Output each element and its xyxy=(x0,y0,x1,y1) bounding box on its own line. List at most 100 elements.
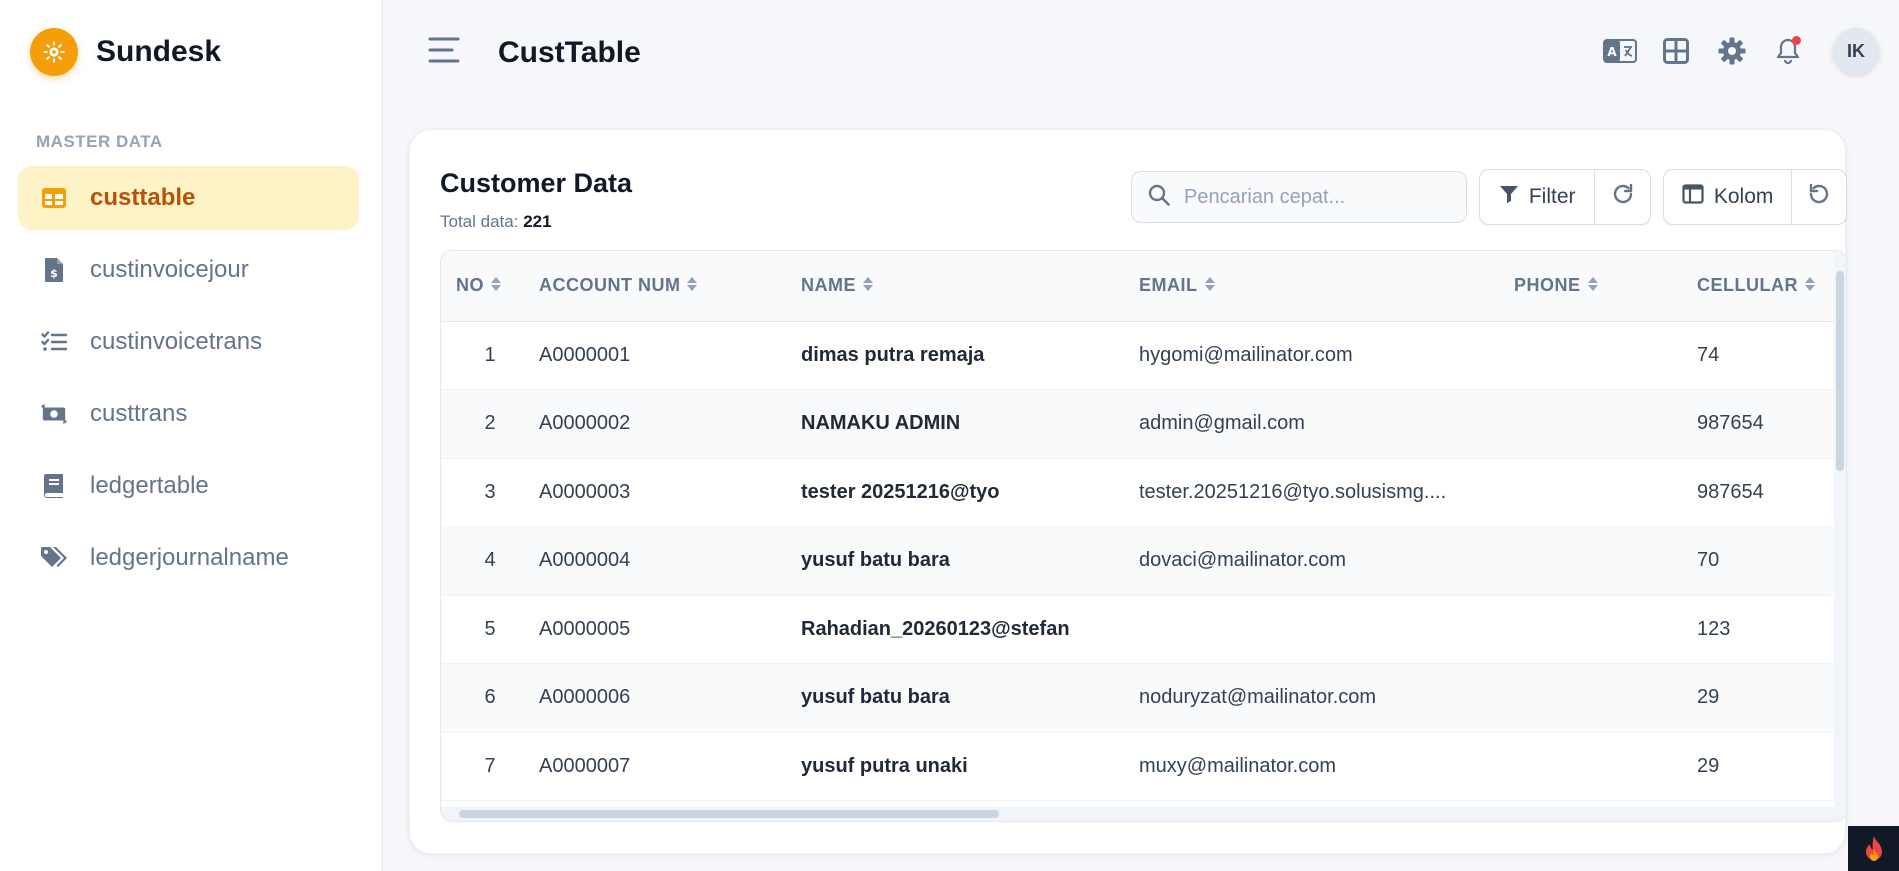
horizontal-scrollbar-thumb[interactable] xyxy=(459,810,999,818)
avatar[interactable]: IK xyxy=(1833,28,1879,74)
columns-icon xyxy=(1682,184,1704,210)
customer-table: NO ACCOUNT NUM NAME EMAIL PHONE CELLULAR… xyxy=(441,251,1841,801)
table-row[interactable]: 2 A0000002 NAMAKU ADMIN admin@gmail.com … xyxy=(441,389,1841,458)
hamburger-menu-icon[interactable] xyxy=(428,36,460,66)
cell-account-num: A0000005 xyxy=(539,617,631,640)
table-row[interactable]: 7 A0000007 yusuf putra unaki muxy@mailin… xyxy=(441,732,1841,801)
sidebar-item-custinvoicejour[interactable]: $ custinvoicejour xyxy=(18,238,359,302)
filter-button[interactable]: Filter xyxy=(1480,170,1594,224)
cell-no: 2 xyxy=(484,412,496,435)
sidebar-item-ledgertable[interactable]: ledgertable xyxy=(18,454,359,518)
section-label-master-data: MASTER DATA xyxy=(36,132,163,151)
sidebar-item-custtrans[interactable]: custtrans xyxy=(18,382,359,446)
cell-email: noduryzat@mailinator.com xyxy=(1139,686,1377,709)
table-row[interactable]: 1 A0000001 dimas putra remaja hygomi@mai… xyxy=(441,321,1841,390)
svg-text:A: A xyxy=(1607,45,1617,59)
cell-email: admin@gmail.com xyxy=(1139,412,1305,435)
cell-phone xyxy=(1514,458,1697,527)
total-data-label: Total data: xyxy=(440,212,519,231)
column-header-phone[interactable]: PHONE xyxy=(1514,251,1697,321)
search-icon xyxy=(1148,184,1170,211)
cell-name: dimas putra remaja xyxy=(801,343,985,366)
undo-icon xyxy=(1807,182,1831,212)
sort-icon[interactable] xyxy=(1587,276,1599,297)
horizontal-scrollbar[interactable] xyxy=(441,807,1836,821)
sort-icon[interactable] xyxy=(1804,276,1816,297)
cell-phone xyxy=(1514,527,1697,596)
table-row[interactable]: 5 A0000005 Rahadian_20260123@stefan 123 xyxy=(441,595,1841,664)
column-header-email[interactable]: EMAIL xyxy=(1139,251,1514,321)
filter-icon xyxy=(1499,184,1519,210)
topbar: CustTable A IK xyxy=(384,0,1899,104)
cell-account-num: A0000001 xyxy=(539,343,631,366)
grid-apps-icon[interactable] xyxy=(1659,34,1693,68)
search-input[interactable] xyxy=(1184,185,1444,209)
table-row[interactable]: 6 A0000006 yusuf batu bara noduryzat@mai… xyxy=(441,663,1841,732)
columns-button[interactable]: Kolom xyxy=(1664,170,1791,224)
refresh-icon xyxy=(1611,182,1635,212)
cell-no: 4 xyxy=(484,549,496,572)
cell-no: 6 xyxy=(484,686,496,709)
vertical-scrollbar-thumb[interactable] xyxy=(1836,271,1844,471)
customer-table-container: NO ACCOUNT NUM NAME EMAIL PHONE CELLULAR… xyxy=(440,250,1847,822)
column-header-account-num[interactable]: ACCOUNT NUM xyxy=(539,251,801,321)
svg-text:$: $ xyxy=(50,267,58,280)
reset-button[interactable] xyxy=(1791,170,1846,224)
brand[interactable]: Sundesk xyxy=(30,28,221,76)
columns-label: Kolom xyxy=(1713,185,1774,208)
cell-cellular: 29 xyxy=(1697,754,1720,777)
gear-icon[interactable] xyxy=(1715,34,1749,68)
money-transfer-icon xyxy=(40,400,68,428)
cell-account-num: A0000004 xyxy=(539,549,631,572)
cell-cellular: 70 xyxy=(1697,549,1720,572)
refresh-button[interactable] xyxy=(1594,170,1650,224)
cell-phone xyxy=(1514,732,1697,801)
columns-button-group: Kolom xyxy=(1663,169,1847,225)
flame-icon[interactable] xyxy=(1848,826,1899,871)
sidebar-item-label: ledgertable xyxy=(90,472,209,499)
sort-icon[interactable] xyxy=(1204,276,1216,297)
cell-name: NAMAKU ADMIN xyxy=(801,412,961,435)
card-title: Customer Data xyxy=(440,168,633,198)
cell-email xyxy=(1139,595,1514,664)
sidebar-item-custinvoicetrans[interactable]: custinvoicetrans xyxy=(18,310,359,374)
cell-name: yusuf batu bara xyxy=(801,686,950,709)
notification-dot xyxy=(1792,36,1801,45)
sidebar-item-custtable[interactable]: custtable xyxy=(18,166,359,230)
list-check-icon xyxy=(40,328,68,356)
table-row[interactable]: 4 A0000004 yusuf batu bara dovaci@mailin… xyxy=(441,526,1841,596)
cell-cellular: 987654 xyxy=(1697,412,1764,435)
column-header-no[interactable]: NO xyxy=(441,251,539,321)
table-row[interactable]: 3 A0000003 tester 20251216@tyo tester.20… xyxy=(441,458,1841,527)
cell-email: dovaci@mailinator.com xyxy=(1139,549,1347,572)
table-icon xyxy=(40,184,68,212)
cell-name: Rahadian_20260123@stefan xyxy=(801,617,1070,640)
cell-email: tester.20251216@tyo.solusismg.... xyxy=(1139,480,1447,503)
cell-cellular: 74 xyxy=(1697,343,1720,366)
cell-no: 1 xyxy=(484,343,496,366)
sidebar-nav: custtable $ custinvoicejour custinvoicet… xyxy=(18,166,359,598)
translate-icon[interactable]: A xyxy=(1603,34,1637,68)
sort-icon[interactable] xyxy=(686,276,698,297)
vertical-scrollbar[interactable] xyxy=(1834,251,1846,821)
column-header-cellular[interactable]: CELLULAR xyxy=(1697,251,1841,321)
sidebar-item-label: ledgerjournalname xyxy=(90,544,289,571)
sidebar-item-ledgerjournalname[interactable]: ledgerjournalname xyxy=(18,526,359,590)
sort-icon[interactable] xyxy=(490,276,502,297)
sidebar: Sundesk MASTER DATA custtable $ custinvo… xyxy=(0,0,383,871)
cell-account-num: A0000006 xyxy=(539,686,631,709)
sort-icon[interactable] xyxy=(862,276,874,297)
cell-cellular: 123 xyxy=(1697,617,1731,640)
cell-name: tester 20251216@tyo xyxy=(801,480,1000,503)
cell-no: 3 xyxy=(484,480,496,503)
total-data-value: 221 xyxy=(523,212,552,231)
bell-icon[interactable] xyxy=(1771,34,1805,68)
quick-search xyxy=(1131,171,1467,223)
sun-logo-icon xyxy=(30,28,78,76)
cell-account-num: A0000007 xyxy=(539,754,631,777)
brand-name: Sundesk xyxy=(96,35,222,68)
column-header-name[interactable]: NAME xyxy=(801,251,1139,321)
sidebar-item-label: custinvoicetrans xyxy=(90,328,263,355)
cell-no: 7 xyxy=(484,754,496,777)
sidebar-item-label: custinvoicejour xyxy=(90,256,249,283)
